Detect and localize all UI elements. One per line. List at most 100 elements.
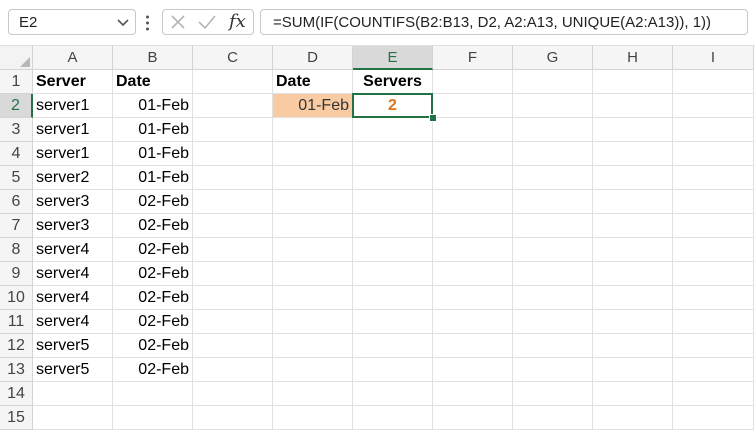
cell-a15[interactable] [33, 406, 113, 430]
cell-e12[interactable] [353, 334, 433, 358]
cell-i15[interactable] [673, 406, 754, 430]
cell-d10[interactable] [273, 286, 353, 310]
cell-d4[interactable] [273, 142, 353, 166]
cell-a1[interactable]: Server [33, 70, 113, 94]
cell-a5[interactable]: server2 [33, 166, 113, 190]
cell-f11[interactable] [433, 310, 513, 334]
cell-i9[interactable] [673, 262, 754, 286]
column-header-d[interactable]: D [273, 46, 353, 70]
cell-e5[interactable] [353, 166, 433, 190]
row-header-3[interactable]: 3 [0, 118, 33, 142]
cell-g4[interactable] [513, 142, 593, 166]
cell-f13[interactable] [433, 358, 513, 382]
cell-d13[interactable] [273, 358, 353, 382]
cell-i6[interactable] [673, 190, 754, 214]
cell-f14[interactable] [433, 382, 513, 406]
cell-c3[interactable] [193, 118, 273, 142]
cell-a13[interactable]: server5 [33, 358, 113, 382]
column-header-c[interactable]: C [193, 46, 273, 70]
row-header-13[interactable]: 13 [0, 358, 33, 382]
cell-i5[interactable] [673, 166, 754, 190]
cell-g7[interactable] [513, 214, 593, 238]
cell-f6[interactable] [433, 190, 513, 214]
row-header-5[interactable]: 5 [0, 166, 33, 190]
column-header-i[interactable]: I [673, 46, 754, 70]
cell-c12[interactable] [193, 334, 273, 358]
cell-a12[interactable]: server5 [33, 334, 113, 358]
cell-c13[interactable] [193, 358, 273, 382]
cell-h14[interactable] [593, 382, 673, 406]
column-header-f[interactable]: F [433, 46, 513, 70]
cell-g11[interactable] [513, 310, 593, 334]
more-options-icon[interactable] [146, 14, 149, 32]
cell-a2[interactable]: server1 [33, 94, 113, 118]
name-box[interactable]: E2 [8, 9, 136, 35]
cell-c14[interactable] [193, 382, 273, 406]
fill-handle[interactable] [429, 114, 437, 122]
cell-a14[interactable] [33, 382, 113, 406]
cell-b14[interactable] [113, 382, 193, 406]
cell-e14[interactable] [353, 382, 433, 406]
cell-d8[interactable] [273, 238, 353, 262]
row-header-1[interactable]: 1 [0, 70, 33, 94]
cell-c10[interactable] [193, 286, 273, 310]
cell-a4[interactable]: server1 [33, 142, 113, 166]
cell-e15[interactable] [353, 406, 433, 430]
cell-i1[interactable] [673, 70, 754, 94]
cell-f4[interactable] [433, 142, 513, 166]
cell-b10[interactable]: 02-Feb [113, 286, 193, 310]
cell-f12[interactable] [433, 334, 513, 358]
cell-c4[interactable] [193, 142, 273, 166]
cell-d7[interactable] [273, 214, 353, 238]
cell-g6[interactable] [513, 190, 593, 214]
cell-d3[interactable] [273, 118, 353, 142]
cell-g12[interactable] [513, 334, 593, 358]
cell-a3[interactable]: server1 [33, 118, 113, 142]
cell-h3[interactable] [593, 118, 673, 142]
cell-e6[interactable] [353, 190, 433, 214]
cell-i2[interactable] [673, 94, 754, 118]
cell-c8[interactable] [193, 238, 273, 262]
cell-a11[interactable]: server4 [33, 310, 113, 334]
cell-g10[interactable] [513, 286, 593, 310]
column-header-h[interactable]: H [593, 46, 673, 70]
cell-e13[interactable] [353, 358, 433, 382]
insert-function-button[interactable]: fx [229, 11, 246, 32]
cell-d12[interactable] [273, 334, 353, 358]
column-header-b[interactable]: B [113, 46, 193, 70]
cell-i4[interactable] [673, 142, 754, 166]
cell-f15[interactable] [433, 406, 513, 430]
cell-b11[interactable]: 02-Feb [113, 310, 193, 334]
cell-g2[interactable] [513, 94, 593, 118]
cell-e11[interactable] [353, 310, 433, 334]
cell-e8[interactable] [353, 238, 433, 262]
cell-e1[interactable]: Servers [353, 70, 433, 94]
cell-f9[interactable] [433, 262, 513, 286]
cell-c5[interactable] [193, 166, 273, 190]
select-all-corner[interactable] [0, 46, 33, 70]
cancel-icon[interactable] [169, 13, 187, 31]
cell-f10[interactable] [433, 286, 513, 310]
column-header-a[interactable]: A [33, 46, 113, 70]
cell-e2[interactable]: 2 [353, 94, 433, 118]
cell-e7[interactable] [353, 214, 433, 238]
cell-b7[interactable]: 02-Feb [113, 214, 193, 238]
cell-i13[interactable] [673, 358, 754, 382]
cell-d11[interactable] [273, 310, 353, 334]
cell-c6[interactable] [193, 190, 273, 214]
cell-e10[interactable] [353, 286, 433, 310]
cell-h10[interactable] [593, 286, 673, 310]
row-header-12[interactable]: 12 [0, 334, 33, 358]
cell-c2[interactable] [193, 94, 273, 118]
cell-f8[interactable] [433, 238, 513, 262]
cell-f3[interactable] [433, 118, 513, 142]
cell-b1[interactable]: Date [113, 70, 193, 94]
cell-g15[interactable] [513, 406, 593, 430]
cell-e9[interactable] [353, 262, 433, 286]
cell-a9[interactable]: server4 [33, 262, 113, 286]
row-header-2[interactable]: 2 [0, 94, 33, 118]
cell-d6[interactable] [273, 190, 353, 214]
cell-i12[interactable] [673, 334, 754, 358]
cell-b13[interactable]: 02-Feb [113, 358, 193, 382]
cell-a7[interactable]: server3 [33, 214, 113, 238]
